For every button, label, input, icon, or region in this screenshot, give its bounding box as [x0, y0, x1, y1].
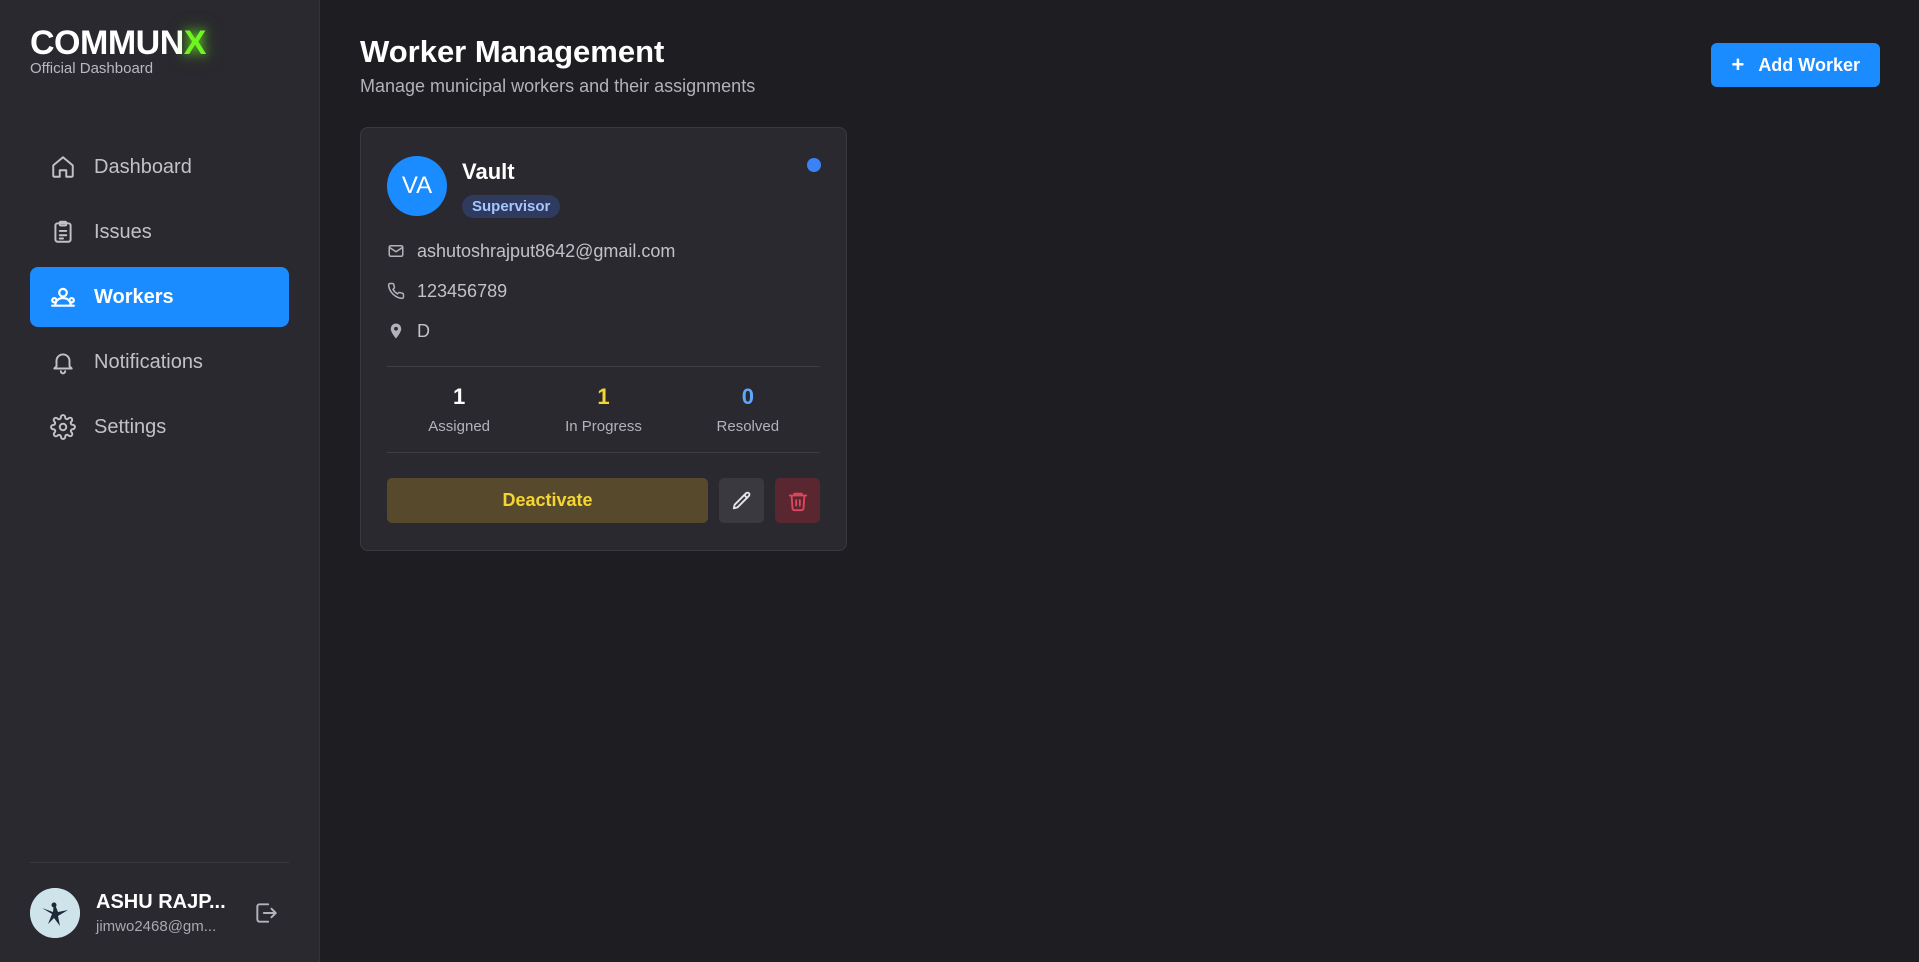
brand-accent-letter: X: [183, 24, 207, 62]
add-worker-label: Add Worker: [1758, 54, 1860, 75]
stat-resolved: 0 Resolved: [683, 384, 813, 435]
bell-icon: [50, 349, 76, 375]
user-profile: ASHU RAJP... jimwo2468@gm...: [30, 862, 289, 962]
stat-in-progress-label: In Progress: [565, 418, 642, 435]
home-icon: [50, 154, 76, 180]
sidebar-item-label: Notifications: [94, 350, 203, 373]
sidebar-item-workers[interactable]: Workers: [30, 267, 289, 327]
role-badge: Supervisor: [462, 195, 561, 218]
sidebar-item-label: Settings: [94, 415, 167, 438]
stat-resolved-label: Resolved: [716, 418, 780, 435]
gear-icon: [50, 414, 76, 440]
worker-email-row: ashutoshrajput8642@gmail.com: [387, 240, 820, 262]
main-content: Worker Management Manage municipal worke…: [320, 0, 1919, 962]
pencil-icon: [732, 491, 750, 509]
stat-in-progress-value: 1: [597, 384, 610, 409]
stat-assigned-value: 1: [453, 384, 466, 409]
edit-button[interactable]: [719, 478, 764, 523]
worker-card-header: VA Vault Supervisor: [387, 156, 820, 218]
location-pin-icon: [390, 323, 402, 339]
bird-icon: [30, 887, 80, 938]
worker-avatar: VA: [387, 156, 447, 216]
add-worker-button[interactable]: + Add Worker: [1711, 43, 1880, 87]
stat-in-progress: 1 In Progress: [538, 384, 668, 435]
worker-phone: 123456789: [417, 280, 508, 301]
app-root: COMMUNX Official Dashboard Dashboard Iss…: [0, 0, 1919, 962]
brand-logo[interactable]: COMMUNX Official Dashboard: [30, 24, 289, 77]
user-info: ASHU RAJP... jimwo2468@gm...: [96, 891, 237, 935]
phone-icon: [387, 282, 405, 300]
sidebar-nav: Dashboard Issues Workers Notifications S…: [30, 137, 289, 457]
delete-button[interactable]: [775, 478, 820, 523]
worker-stats: 1 Assigned 1 In Progress 0 Resolved: [387, 366, 820, 453]
sidebar-item-label: Dashboard: [94, 155, 192, 178]
sidebar-item-notifications[interactable]: Notifications: [30, 332, 289, 392]
trash-icon: [788, 492, 807, 511]
stat-assigned-label: Assigned: [428, 418, 491, 435]
page-subtitle: Manage municipal workers and their assig…: [360, 76, 756, 96]
user-name: ASHU RAJP...: [96, 890, 226, 913]
worker-location-row: D: [387, 320, 820, 342]
sidebar: COMMUNX Official Dashboard Dashboard Iss…: [0, 0, 320, 962]
sidebar-item-label: Workers: [94, 285, 174, 308]
sidebar-item-label: Issues: [94, 220, 152, 243]
avatar[interactable]: [30, 887, 80, 938]
worker-card: VA Vault Supervisor ashutoshrajput8642@g…: [360, 127, 847, 551]
stat-assigned: 1 Assigned: [394, 384, 524, 435]
brand-subtitle: Official Dashboard: [30, 60, 154, 77]
sidebar-item-dashboard[interactable]: Dashboard: [30, 137, 289, 197]
users-icon: [50, 284, 76, 310]
mail-icon: [388, 245, 404, 257]
deactivate-button[interactable]: Deactivate: [387, 478, 708, 523]
worker-phone-row: 123456789: [387, 280, 820, 302]
stat-resolved-value: 0: [741, 384, 754, 409]
worker-actions: Deactivate: [387, 478, 820, 523]
page-title: Worker Management: [360, 34, 665, 69]
sidebar-item-settings[interactable]: Settings: [30, 397, 289, 457]
worker-contacts: ashutoshrajput8642@gmail.com 123456789 D: [387, 240, 820, 342]
user-email: jimwo2468@gm...: [96, 917, 217, 935]
status-indicator: [807, 158, 821, 172]
logout-icon[interactable]: [253, 900, 279, 926]
worker-location: D: [417, 320, 430, 341]
worker-email: ashutoshrajput8642@gmail.com: [417, 240, 676, 261]
sidebar-item-issues[interactable]: Issues: [30, 202, 289, 262]
worker-name: Vault: [462, 159, 515, 184]
plus-icon: +: [1731, 52, 1745, 77]
clipboard-icon: [50, 219, 76, 245]
brand-name: COMMUNX: [30, 24, 207, 62]
